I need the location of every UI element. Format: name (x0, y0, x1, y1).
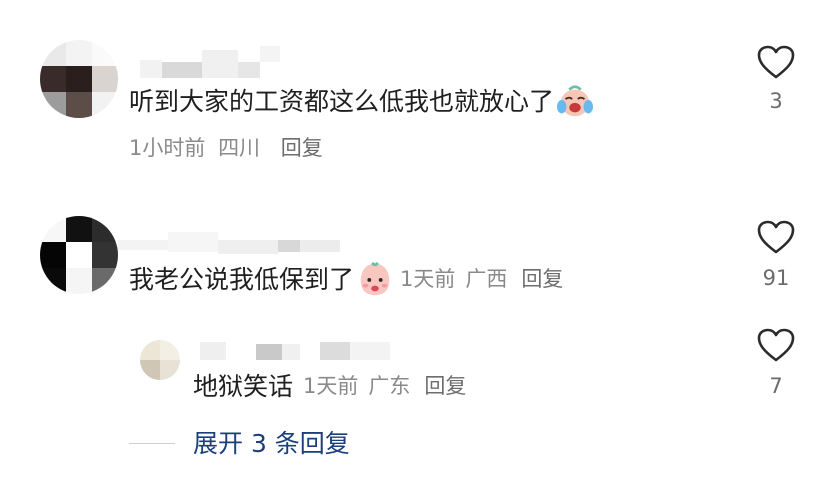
comment-time: 1天前 (400, 266, 456, 291)
expand-replies-label[interactable]: 展开 3 条回复 (193, 431, 350, 456)
reply-location: 广东 (368, 374, 411, 398)
heart-icon[interactable] (756, 44, 796, 80)
username-blurred[interactable] (196, 338, 406, 362)
comment-meta: 1小时前 四川 回复 (129, 138, 323, 159)
crying-laughing-face-icon (556, 85, 594, 117)
username-blurred[interactable] (118, 226, 348, 256)
comment-text: 听到大家的工资都这么低我也就放心了 (129, 86, 555, 116)
reply-body: 地狱笑话 1天前 广东 回复 (193, 374, 466, 399)
comment-text: 我老公说我低保到了 (129, 264, 355, 294)
comment-body: 我老公说我低保到了 1天前 广西 回复 (129, 261, 563, 296)
reply-text: 地狱笑话 (193, 372, 294, 401)
pink-face-icon (360, 261, 390, 296)
like-count: 7 (769, 374, 783, 398)
expand-replies[interactable]: 展开 3 条回复 (129, 428, 350, 458)
reply-button[interactable]: 回复 (424, 376, 466, 397)
comment-location: 四川 (218, 136, 261, 160)
reply-time: 1天前 (303, 374, 359, 398)
reply-button[interactable]: 回复 (281, 136, 323, 160)
avatar[interactable] (140, 340, 180, 380)
expand-divider (129, 442, 175, 444)
comment-body: 听到大家的工资都这么低我也就放心了 (129, 85, 594, 117)
comment-location: 广西 (465, 266, 508, 291)
username-blurred[interactable] (140, 44, 300, 78)
heart-icon[interactable] (756, 327, 796, 363)
comment-time: 1小时前 (129, 136, 206, 160)
avatar[interactable] (40, 40, 118, 118)
like-count: 3 (769, 89, 783, 113)
reply-button[interactable]: 回复 (521, 268, 563, 290)
heart-icon[interactable] (756, 219, 796, 255)
avatar[interactable] (40, 216, 118, 294)
like-count: 91 (762, 266, 790, 290)
